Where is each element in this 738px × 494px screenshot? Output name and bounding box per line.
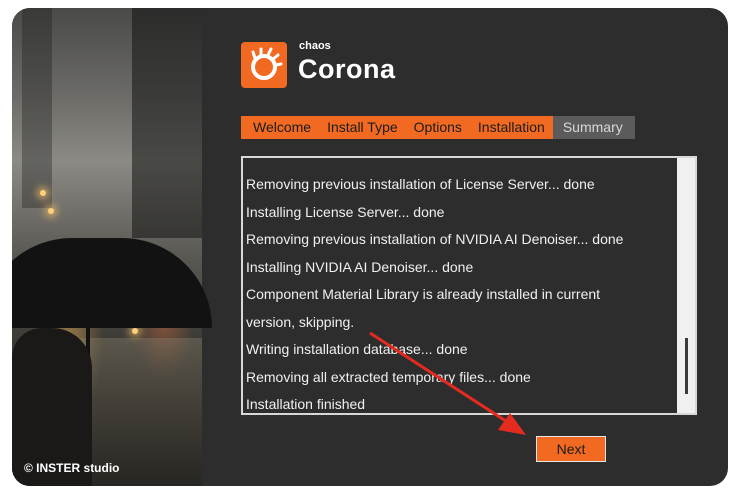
tab-install-type[interactable]: Install Type	[319, 116, 406, 139]
scrollbar-thumb[interactable]	[685, 338, 688, 394]
log-line: Removing previous installation of NVIDIA…	[246, 231, 624, 247]
photo-credit: © INSTER studio	[24, 461, 120, 475]
log-line: Component Material Library is already in…	[246, 286, 601, 302]
installer-steps: Welcome Install Type Options Installatio…	[241, 116, 635, 139]
tab-welcome[interactable]: Welcome	[241, 116, 320, 139]
tab-options[interactable]: Options	[405, 116, 470, 139]
log-line: Removing previous installation of Licens…	[246, 176, 595, 192]
app-logo: chaos Corona	[241, 38, 421, 94]
brand-name: chaos	[299, 40, 331, 52]
installer-window: © INSTER studio chaos Corona Welcome Ins…	[12, 8, 728, 486]
log-line: Installing NVIDIA AI Denoiser... done	[246, 258, 474, 275]
tab-installation[interactable]: Installation	[469, 116, 553, 139]
tab-summary[interactable]: Summary	[552, 116, 635, 139]
next-button[interactable]: Next	[536, 436, 606, 462]
log-line: Installing License Server... done	[246, 203, 445, 220]
log-scrollbar[interactable]	[677, 158, 695, 413]
log-line: Removing all extracted temporary files..…	[246, 368, 531, 385]
log-line: Installation finished	[246, 396, 366, 412]
log-lines: Removing previous installation of Licens…	[246, 171, 673, 413]
install-log[interactable]: Removing previous installation of Licens…	[241, 156, 697, 415]
side-photo: © INSTER studio	[12, 8, 212, 486]
log-line: version, skipping.	[246, 313, 355, 330]
umbrella-shape	[12, 238, 212, 328]
log-line: Writing installation database... done	[246, 341, 468, 357]
product-name: Corona	[298, 54, 396, 84]
corona-logo-icon	[241, 42, 287, 88]
